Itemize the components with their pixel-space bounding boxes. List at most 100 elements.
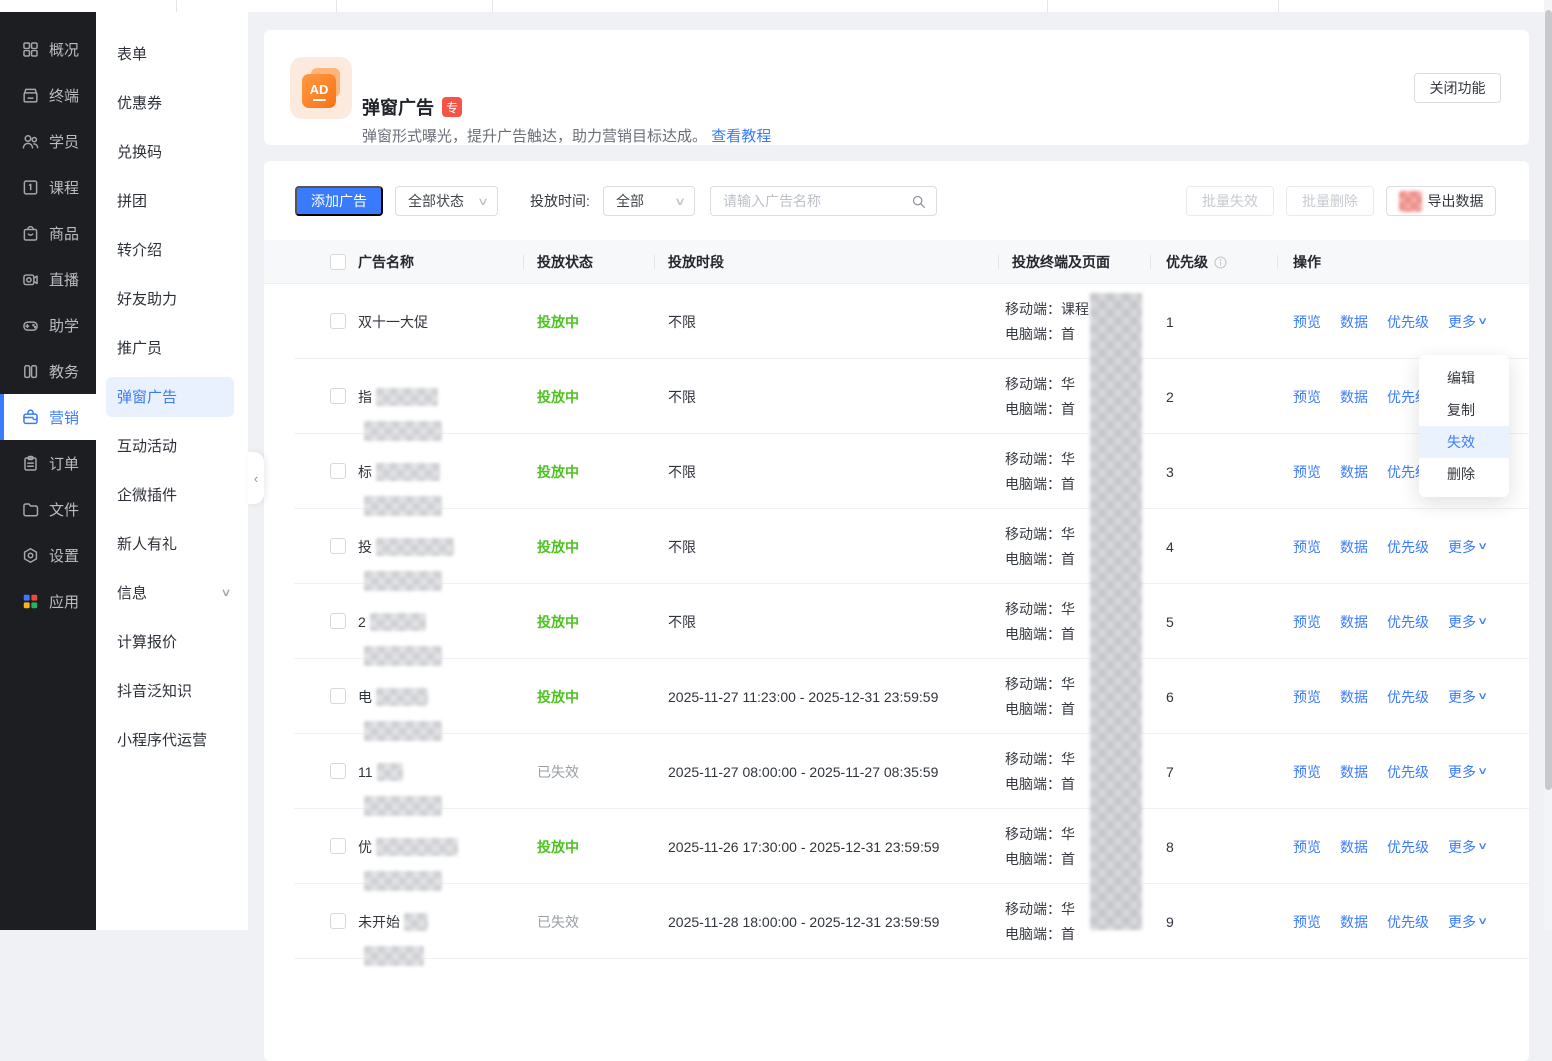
sidebar-item-terminal[interactable]: 终端 xyxy=(0,72,96,118)
preview-link[interactable]: 预览 xyxy=(1293,612,1321,632)
export-data-button[interactable]: 导出数据 xyxy=(1386,186,1496,216)
period-cell: 不限 xyxy=(668,284,998,359)
more-link[interactable]: 更多∨ xyxy=(1448,687,1486,707)
menu-item-promoter[interactable]: 推广员 xyxy=(96,323,248,372)
dropdown-item-invalidate[interactable]: 失效 xyxy=(1419,426,1509,458)
row-checkbox[interactable] xyxy=(330,538,346,554)
overview-grid-icon xyxy=(21,40,40,59)
batch-invalidate-button[interactable]: 批量失效 xyxy=(1186,186,1274,216)
sidebar-collapse-handle[interactable]: ‹ xyxy=(248,452,264,504)
select-all-checkbox[interactable] xyxy=(330,254,346,270)
status-cell: 投放中 xyxy=(537,284,579,359)
study-aid-icon xyxy=(21,316,40,335)
priority-link[interactable]: 优先级 xyxy=(1387,312,1429,332)
preview-link[interactable]: 预览 xyxy=(1293,912,1321,932)
pro-badge: 专 xyxy=(442,97,462,117)
preview-link[interactable]: 预览 xyxy=(1293,462,1321,482)
menu-item-douyin[interactable]: 抖音泛知识 xyxy=(96,666,248,715)
row-checkbox[interactable] xyxy=(330,613,346,629)
menu-item-miniapp-agency[interactable]: 小程序代运营 xyxy=(96,715,248,764)
sidebar-item-overview[interactable]: 概况 xyxy=(0,26,96,72)
priority-link[interactable]: 优先级 xyxy=(1387,612,1429,632)
menu-item-wecom-plugin[interactable]: 企微插件 xyxy=(96,470,248,519)
menu-item-quote-calc[interactable]: 计算报价 xyxy=(96,617,248,666)
data-link[interactable]: 数据 xyxy=(1340,762,1368,782)
menu-item-coupons[interactable]: 优惠券 xyxy=(96,78,248,127)
preview-link[interactable]: 预览 xyxy=(1293,387,1321,407)
sidebar-item-marketing[interactable]: 营销 xyxy=(0,394,96,440)
period-cell: 不限 xyxy=(668,509,998,584)
dropdown-item-delete[interactable]: 删除 xyxy=(1419,458,1509,490)
data-link[interactable]: 数据 xyxy=(1340,312,1368,332)
time-filter-select[interactable]: 全部∨ xyxy=(603,186,695,216)
ad-name-cell: 优 xyxy=(358,809,533,884)
more-link[interactable]: 更多∨ xyxy=(1448,612,1486,632)
data-link[interactable]: 数据 xyxy=(1340,612,1368,632)
search-input[interactable] xyxy=(723,193,911,209)
vertical-scrollbar[interactable] xyxy=(1544,0,1552,930)
row-checkbox[interactable] xyxy=(330,913,346,929)
data-link[interactable]: 数据 xyxy=(1340,462,1368,482)
preview-link[interactable]: 预览 xyxy=(1293,312,1321,332)
data-link[interactable]: 数据 xyxy=(1340,687,1368,707)
sidebar-item-orders[interactable]: 订单 xyxy=(0,440,96,486)
redacted-block xyxy=(364,871,442,891)
more-actions-dropdown: 编辑 复制 失效 删除 xyxy=(1419,355,1509,497)
menu-item-popup-ads[interactable]: 弹窗广告 xyxy=(96,372,248,421)
row-checkbox[interactable] xyxy=(330,688,346,704)
preview-link[interactable]: 预览 xyxy=(1293,687,1321,707)
data-link[interactable]: 数据 xyxy=(1340,387,1368,407)
row-checkbox[interactable] xyxy=(330,463,346,479)
menu-item-redeem-codes[interactable]: 兑换码 xyxy=(96,127,248,176)
tutorial-link[interactable]: 查看教程 xyxy=(711,128,771,145)
row-checkbox[interactable] xyxy=(330,763,346,779)
row-checkbox[interactable] xyxy=(330,388,346,404)
sidebar-item-live[interactable]: 直播 xyxy=(0,256,96,302)
sidebar-item-study-aid[interactable]: 助学 xyxy=(0,302,96,348)
sidebar-item-files[interactable]: 文件 xyxy=(0,486,96,532)
sidebar-item-academic[interactable]: 教务 xyxy=(0,348,96,394)
scrollbar-thumb[interactable] xyxy=(1545,10,1552,790)
close-feature-button[interactable]: 关闭功能 xyxy=(1414,73,1501,103)
add-ad-button[interactable]: 添加广告 xyxy=(295,186,383,216)
menu-item-friend-boost[interactable]: 好友助力 xyxy=(96,274,248,323)
sidebar-item-goods[interactable]: 商品 xyxy=(0,210,96,256)
preview-link[interactable]: 预览 xyxy=(1293,837,1321,857)
more-link[interactable]: 更多∨ xyxy=(1448,312,1486,332)
menu-item-group-buy[interactable]: 拼团 xyxy=(96,176,248,225)
row-checkbox[interactable] xyxy=(330,838,346,854)
info-icon[interactable] xyxy=(1213,255,1228,270)
sidebar-item-courses[interactable]: 课程 xyxy=(0,164,96,210)
menu-item-referral[interactable]: 转介绍 xyxy=(96,225,248,274)
batch-delete-button[interactable]: 批量删除 xyxy=(1286,186,1374,216)
data-link[interactable]: 数据 xyxy=(1340,912,1368,932)
more-link[interactable]: 更多∨ xyxy=(1448,837,1486,857)
menu-item-forms[interactable]: 表单 xyxy=(96,29,248,78)
priority-link[interactable]: 优先级 xyxy=(1387,537,1429,557)
data-link[interactable]: 数据 xyxy=(1340,837,1368,857)
menu-item-messages[interactable]: 信息∨ xyxy=(96,568,248,617)
dropdown-item-edit[interactable]: 编辑 xyxy=(1419,362,1509,394)
period-cell: 2025-11-28 18:00:00 - 2025-12-31 23:59:5… xyxy=(668,884,998,959)
menu-item-interactive[interactable]: 互动活动 xyxy=(96,421,248,470)
sidebar-item-label: 设置 xyxy=(49,545,79,566)
preview-link[interactable]: 预览 xyxy=(1293,762,1321,782)
dropdown-item-copy[interactable]: 复制 xyxy=(1419,394,1509,426)
status-cell: 投放中 xyxy=(537,359,579,434)
sidebar-item-settings[interactable]: 设置 xyxy=(0,532,96,578)
more-link[interactable]: 更多∨ xyxy=(1448,762,1486,782)
menu-item-newcomer-gift[interactable]: 新人有礼 xyxy=(96,519,248,568)
data-link[interactable]: 数据 xyxy=(1340,537,1368,557)
more-link[interactable]: 更多∨ xyxy=(1448,537,1486,557)
priority-link[interactable]: 优先级 xyxy=(1387,837,1429,857)
sidebar-item-apps[interactable]: 应用 xyxy=(0,578,96,624)
preview-link[interactable]: 预览 xyxy=(1293,537,1321,557)
row-checkbox[interactable] xyxy=(330,313,346,329)
priority-link[interactable]: 优先级 xyxy=(1387,912,1429,932)
sidebar-item-students[interactable]: 学员 xyxy=(0,118,96,164)
priority-link[interactable]: 优先级 xyxy=(1387,687,1429,707)
priority-link[interactable]: 优先级 xyxy=(1387,762,1429,782)
status-filter-select[interactable]: 全部状态∨ xyxy=(395,186,498,216)
more-link[interactable]: 更多∨ xyxy=(1448,912,1486,932)
sidebar-item-label: 应用 xyxy=(49,591,79,612)
